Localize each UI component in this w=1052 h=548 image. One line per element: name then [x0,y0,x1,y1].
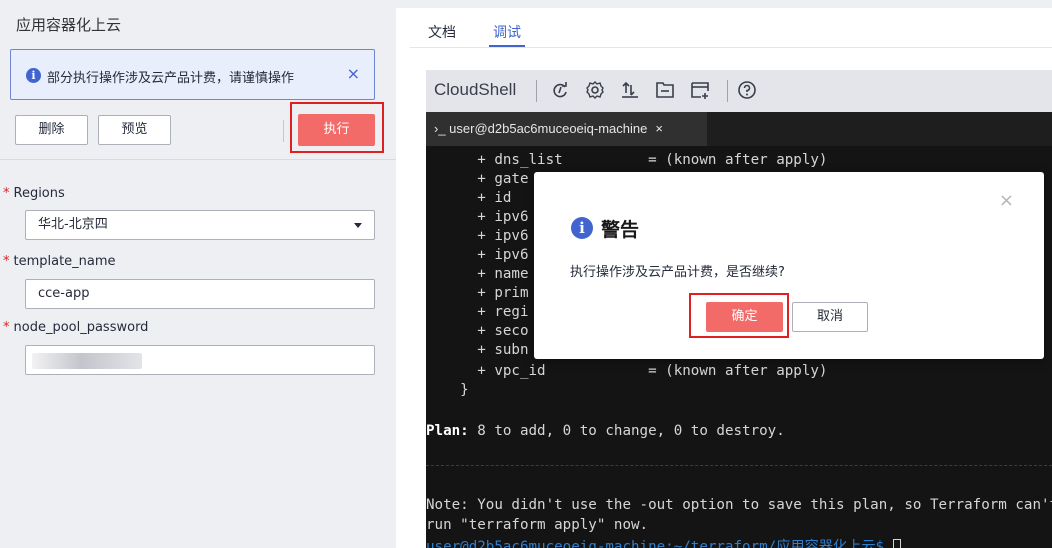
node-pool-password-input[interactable] [25,345,375,375]
toolbar-divider [283,120,284,142]
terminal-line: + name [426,266,529,282]
required-mark: * [3,320,10,335]
page-title: 应用容器化上云 [16,16,122,34]
toolbar-divider [727,80,728,102]
chevron-down-icon [354,223,362,228]
terminal-line: + vpc_id = (known after apply) [426,363,828,379]
terminal-line: + ipv6 [426,228,529,244]
cloudshell-toolbar: CloudShell [426,70,1052,112]
plan-summary: 8 to add, 0 to change, 0 to destroy. [468,423,785,439]
new-window-icon[interactable] [689,79,711,101]
node-pool-password-label: * node_pool_password [3,320,148,335]
cloudshell-title: CloudShell [434,80,517,99]
cancel-button[interactable]: 取消 [792,302,868,332]
terminal-prompt: user@d2b5ac6muceoeiq-machine:~/terraform… [426,539,893,548]
close-dialog-icon[interactable]: × [999,190,1014,211]
tab-docs[interactable]: 文档 [428,22,456,42]
warning-dialog: × i 警告 执行操作涉及云产品计费，是否继续? 确定 取消 [534,172,1044,359]
close-notice-icon[interactable]: × [347,64,360,83]
terminal-line: + subn [426,342,529,358]
regions-label: * Regions [3,186,65,201]
regions-select[interactable]: 华北-北京四 [25,210,375,240]
terminal-line: + prim [426,285,529,301]
tab-active-indicator [489,45,525,47]
masked-password [32,353,142,369]
execute-button[interactable]: 执行 [298,114,375,146]
dialog-message: 执行操作涉及云产品计费，是否继续? [570,265,785,280]
terminal-note-line: Note: You didn't use the -out option to … [426,497,1052,513]
required-mark: * [3,186,10,201]
terminal-tabbar: ›_ user@d2b5ac6muceoeiq-machine × [426,112,1052,146]
regions-label-text: Regions [13,186,65,201]
settings-icon[interactable] [584,79,606,101]
billing-notice-text: 部分执行操作涉及云产品计费，请谨慎操作 [47,71,295,86]
info-icon: i [26,68,41,83]
section-divider [0,159,396,160]
help-icon[interactable] [736,79,758,101]
node-pool-password-label-text: node_pool_password [13,320,149,335]
template-name-label-text: template_name [13,254,116,269]
left-panel: 应用容器化上云 i 部分执行操作涉及云产品计费，请谨慎操作 × 删除 预览 执行… [0,0,396,548]
tab-debug[interactable]: 调试 [493,22,521,42]
terminal-prompt-line: user@d2b5ac6muceoeiq-machine:~/terraform… [426,536,901,548]
terminal-cursor [892,539,901,548]
delete-button[interactable]: 删除 [15,115,88,145]
terminal-line: + gate [426,171,529,187]
billing-notice: i 部分执行操作涉及云产品计费，请谨慎操作 × [10,49,375,100]
preview-button[interactable]: 预览 [98,115,171,145]
template-name-label: * template_name [3,254,116,269]
terminal-separator [426,465,1052,466]
terminal-plan-line: Plan: 8 to add, 0 to change, 0 to destro… [426,423,785,439]
terminal-line: } [426,382,469,398]
refresh-icon[interactable] [549,79,571,101]
terminal-tab[interactable]: ›_ user@d2b5ac6muceoeiq-machine × [426,112,707,146]
terminal-line: + ipv6 [426,209,529,225]
info-icon: i [571,217,593,239]
template-name-input[interactable]: cce-app [25,279,375,309]
terminal-note-line: run "terraform apply" now. [426,517,649,533]
upload-icon[interactable] [619,79,641,101]
terminal-tab-label: ›_ user@d2b5ac6muceoeiq-machine [434,121,648,136]
terminal-line: + ipv6 [426,247,529,263]
dialog-title: 警告 [601,219,640,241]
tabs-baseline [410,47,1052,48]
required-mark: * [3,254,10,269]
toolbar-divider [536,80,537,102]
terminal-line: + id [426,190,512,206]
top-strip [396,0,1052,8]
plan-label: Plan: [426,423,469,439]
regions-select-value: 华北-北京四 [38,217,108,232]
close-terminal-tab-icon[interactable]: × [655,121,663,136]
terminal-line: + seco [426,323,529,339]
terminal-line: + regi [426,304,529,320]
confirm-button[interactable]: 确定 [706,302,783,332]
terminal-line: + dns_list = (known after apply) [426,152,828,168]
folder-icon[interactable] [654,79,676,101]
template-name-value: cce-app [38,286,90,301]
